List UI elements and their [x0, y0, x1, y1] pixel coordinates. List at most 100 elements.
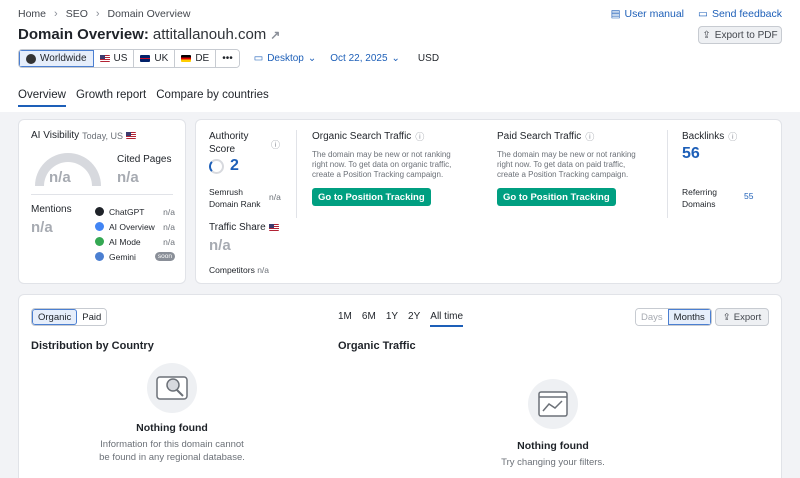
traffic-card: Organic Paid 1M 6M 1Y 2Y All time Days M… — [18, 294, 782, 478]
paid-traffic-label: Paid Search Traffic — [497, 131, 582, 142]
send-feedback-link[interactable]: ▭ Send feedback — [698, 8, 782, 20]
database-label: UK — [154, 53, 169, 64]
platform-value: n/a — [163, 236, 175, 247]
breadcrumb-current: Domain Overview — [107, 8, 191, 20]
ai-platform-list: ChatGPT n/a AI Overview n/a AI Mode n/a … — [95, 204, 175, 264]
authority-score-value[interactable]: 2 — [230, 157, 239, 175]
backlinks-label: Backlinks — [682, 131, 725, 142]
chatgpt-icon — [95, 207, 104, 216]
database-label: DE — [195, 53, 210, 64]
platform-name: AI Mode — [109, 236, 141, 247]
tab-compare-by-countries[interactable]: Compare by countries — [156, 89, 269, 107]
toggle-organic[interactable]: Organic — [32, 309, 78, 325]
referring-domains-value[interactable]: 55 — [744, 191, 753, 201]
distribution-title: Distribution by Country — [31, 340, 154, 352]
divider — [31, 194, 173, 195]
domain-rank-label-line2: Domain Rank — [209, 199, 261, 209]
external-link-icon[interactable]: ↗ — [270, 28, 280, 42]
toggle-paid[interactable]: Paid — [77, 309, 107, 325]
organic-nothing-found-desc: Try changing your filters. — [501, 457, 605, 468]
us-flag-icon — [268, 224, 279, 231]
authority-score-ring — [209, 159, 224, 174]
range-6m[interactable]: 6M — [362, 311, 376, 327]
export-button[interactable]: ⇪ Export — [715, 308, 769, 326]
date-dropdown[interactable]: Oct 22, 2025 ⌄ — [330, 53, 400, 64]
ai-visibility-label: AI Visibility — [31, 130, 80, 141]
range-1y[interactable]: 1Y — [386, 311, 398, 327]
user-manual-label: User manual — [624, 8, 685, 20]
domain-rank-label-line1: Semrush — [209, 187, 244, 197]
mentions-value: n/a — [31, 219, 53, 236]
database-more-button[interactable]: ••• — [216, 50, 239, 67]
organic-traffic-title: Organic Search Traffic ⓘ — [312, 130, 424, 143]
device-dropdown[interactable]: ▭ Desktop ⌄ — [254, 53, 317, 64]
export-label: Export — [733, 311, 762, 323]
database-de[interactable]: DE — [175, 50, 217, 67]
chat-icon: ▭ — [698, 8, 708, 20]
google-icon — [95, 222, 104, 231]
organic-traffic-chart-title: Organic Traffic — [338, 340, 416, 352]
database-worldwide[interactable]: Worldwide — [19, 50, 94, 67]
date-label: Oct 22, 2025 — [330, 53, 388, 64]
period-toggle: Days Months — [635, 308, 712, 326]
breadcrumb: Home › SEO › Domain Overview — [18, 8, 190, 20]
range-1m[interactable]: 1M — [338, 311, 352, 327]
platform-ai-overview: AI Overview n/a — [95, 219, 175, 234]
user-manual-link[interactable]: ▤ User manual — [611, 8, 684, 20]
time-range-tabs: 1M 6M 1Y 2Y All time — [338, 311, 464, 327]
soon-badge: soon — [154, 252, 175, 261]
platform-name: AI Overview — [109, 221, 155, 232]
divider — [296, 130, 297, 218]
database-label: Worldwide — [40, 53, 87, 64]
export-pdf-button[interactable]: ⇪ Export to PDF — [698, 26, 782, 44]
authority-score-label: Authority Score — [209, 131, 249, 155]
competitors-label: Competitors — [209, 265, 255, 275]
platform-name: ChatGPT — [109, 206, 145, 217]
info-icon[interactable]: ⓘ — [415, 130, 424, 143]
globe-icon — [26, 53, 36, 64]
backlinks-value[interactable]: 56 — [682, 145, 700, 163]
upload-icon: ⇪ — [702, 29, 711, 41]
tab-overview[interactable]: Overview — [18, 89, 66, 107]
cited-pages-label: Cited Pages — [117, 154, 172, 165]
competitors-value: n/a — [257, 265, 270, 275]
mentions-label: Mentions — [31, 204, 72, 215]
domain-rank-value: n/a — [269, 192, 281, 202]
tab-growth-report[interactable]: Growth report — [76, 89, 146, 107]
database-us[interactable]: US — [93, 50, 135, 67]
organic-paid-toggle: Organic Paid — [31, 308, 108, 326]
organic-position-tracking-button[interactable]: Go to Position Tracking — [312, 188, 431, 206]
referring-domains-line1: Referring — [682, 187, 717, 197]
range-all-time[interactable]: All time — [430, 311, 464, 327]
chevron-right-icon: › — [95, 8, 100, 20]
currency-label: USD — [417, 53, 440, 64]
domain-rank-label: Semrush Domain Rank — [209, 186, 261, 210]
paid-traffic-title: Paid Search Traffic ⓘ — [497, 130, 594, 143]
competitors-row: Competitors n/a — [209, 265, 269, 275]
us-flag-icon — [126, 132, 137, 139]
organic-traffic-desc: The domain may be new or not ranking rig… — [312, 150, 482, 180]
page-title-prefix: Domain Overview: — [18, 26, 149, 43]
divider — [667, 130, 668, 218]
paid-position-tracking-button[interactable]: Go to Position Tracking — [497, 188, 616, 206]
info-icon[interactable]: ⓘ — [271, 138, 280, 151]
tabs: Overview Growth report Compare by countr… — [18, 89, 269, 107]
gemini-icon — [95, 252, 104, 261]
period-months[interactable]: Months — [667, 309, 711, 325]
ai-visibility-card: AI Visibility Today, US n/a Cited Pages … — [18, 119, 186, 284]
referring-domains-label: Referring Domains — [682, 186, 717, 210]
magnifier-icon — [147, 363, 197, 413]
breadcrumb-seo[interactable]: SEO — [66, 8, 88, 20]
book-icon: ▤ — [610, 8, 621, 20]
device-label: Desktop — [267, 53, 304, 64]
chevron-down-icon: ⌄ — [391, 53, 400, 64]
organic-traffic-label: Organic Search Traffic — [312, 131, 412, 142]
period-days[interactable]: Days — [636, 309, 668, 325]
info-icon[interactable]: ⓘ — [585, 130, 594, 143]
breadcrumb-home[interactable]: Home — [18, 8, 46, 20]
info-icon[interactable]: ⓘ — [728, 130, 737, 143]
desc-line: The domain may be new or not ranking — [312, 150, 451, 159]
platform-name: Gemini — [109, 251, 136, 262]
database-uk[interactable]: UK — [134, 50, 176, 67]
range-2y[interactable]: 2Y — [408, 311, 420, 327]
